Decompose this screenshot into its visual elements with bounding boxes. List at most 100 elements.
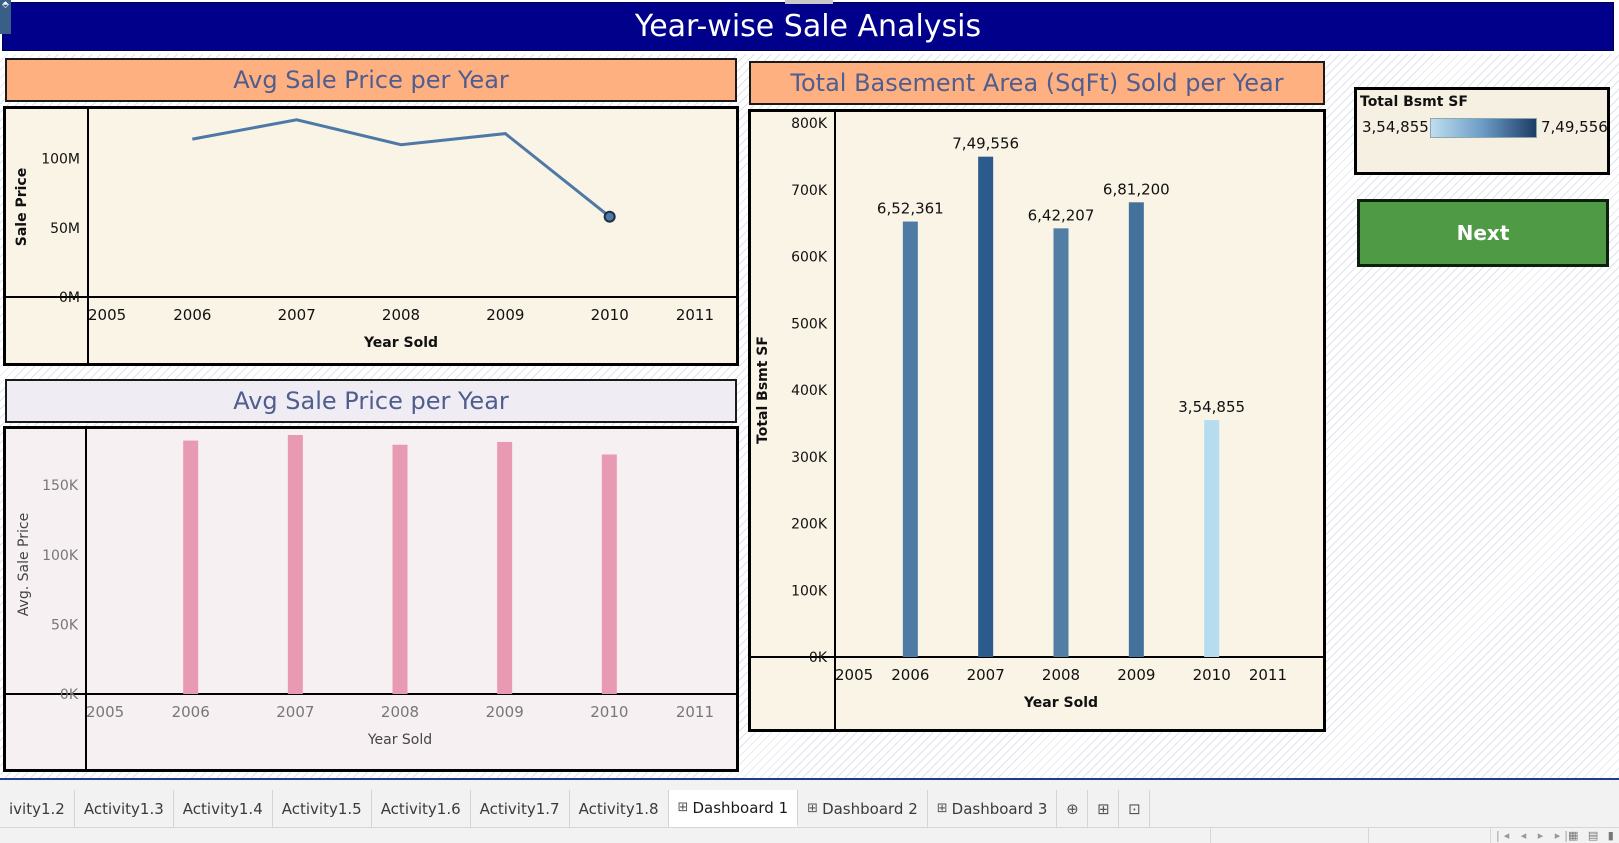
bar-chart-title: Avg Sale Price per Year	[5, 379, 737, 423]
bar	[978, 156, 994, 657]
new-worksheet-icon[interactable]: ⊕	[1057, 790, 1089, 827]
sheet-tab[interactable]: Activity1.7	[471, 790, 570, 827]
y-tick-label: 700K	[791, 183, 828, 199]
sheet-tab-label: ivity1.2	[9, 799, 65, 818]
data-label: 6,42,207	[1028, 206, 1095, 224]
status-bar: |◂ ◂ ▸ ▸| ▦ ▤ ▮	[0, 827, 1619, 843]
x-tick-label: 2010	[1193, 666, 1231, 684]
bar	[601, 454, 617, 694]
data-point-marker	[603, 210, 616, 223]
basement-chart-title: Total Basement Area (SqFt) Sold per Year	[749, 61, 1325, 105]
legend-color-ramp	[1430, 118, 1537, 138]
y-tick-label: 50M	[50, 221, 80, 237]
y-tick-label: 400K	[791, 383, 828, 399]
dashboard-icon: ⊞	[936, 801, 948, 816]
sheet-tab-label: Activity1.8	[578, 799, 659, 818]
x-tick-label: 2006	[891, 666, 929, 684]
x-tick-label: 2008	[1042, 666, 1080, 684]
x-tick-label: 2010	[590, 703, 628, 721]
line-chart-panel[interactable]: 0M 50M 100M 2005 2006 2007 2008 2009 2010 2011 Yea…	[3, 106, 739, 366]
data-label: 6,52,361	[877, 200, 944, 218]
y-tick-label: 150K	[42, 478, 79, 494]
next-button[interactable]: Next	[1357, 199, 1609, 267]
bar	[1204, 420, 1220, 657]
y-axis-label: Total Bsmt SF	[755, 336, 771, 444]
sheet-tab[interactable]: ivity1.2	[0, 790, 75, 827]
sheet-tab[interactable]: Activity1.6	[372, 790, 471, 827]
new-story-icon[interactable]: ⊡	[1119, 790, 1151, 827]
bar	[902, 221, 918, 657]
x-tick-label: 2010	[591, 306, 629, 324]
x-tick-label: 2011	[676, 703, 714, 721]
layout-control-icon[interactable]: ⬘	[0, 0, 11, 34]
basement-chart-panel[interactable]: 0K 100K 200K 300K 400K 500K 600K 700K 800K 2005 20…	[748, 109, 1326, 732]
x-tick-label: 2006	[173, 306, 211, 324]
data-label: 3,54,855	[1178, 398, 1245, 416]
line-chart-title: Avg Sale Price per Year	[5, 58, 737, 102]
sheet-tab[interactable]: ⊞ Dashboard 1	[668, 790, 799, 827]
x-tick-label: 2005	[86, 703, 124, 721]
line-chart-svg: 0M 50M 100M 2005 2006 2007 2008 2009 2010 2011 Yea…	[6, 109, 736, 363]
x-tick-label: 2005	[835, 666, 873, 684]
bar	[497, 441, 513, 694]
y-tick-label: 0K	[60, 687, 79, 703]
y-tick-label: 100K	[42, 548, 79, 564]
sheet-tab-label: Dashboard 3	[951, 799, 1048, 818]
sheet-tab[interactable]: Activity1.5	[273, 790, 372, 827]
dashboard-header: Year-wise Sale Analysis	[0, 0, 1619, 54]
y-tick-label: 100K	[791, 583, 828, 599]
x-tick-label: 2007	[276, 703, 314, 721]
x-tick-label: 2008	[381, 703, 419, 721]
page-title: Year-wise Sale Analysis	[2, 2, 1614, 51]
view-mode-icons[interactable]: ▦ ▤ ▮	[1568, 829, 1617, 842]
x-axis-label: Year Sold	[367, 732, 432, 748]
y-tick-label: 300K	[791, 450, 828, 466]
x-tick-label: 2005	[88, 306, 126, 324]
dashboard-icon: ⊞	[677, 800, 689, 815]
sheet-tab-label: Activity1.4	[182, 799, 263, 818]
sheet-tab-label: Dashboard 2	[822, 799, 918, 818]
resize-handle[interactable]	[785, 0, 833, 4]
sheet-tab[interactable]: Activity1.4	[174, 790, 273, 827]
legend-min-label: 3,54,855	[1362, 118, 1429, 136]
sheet-tab-label: Activity1.7	[479, 799, 560, 818]
sheet-tab-label: Activity1.6	[380, 799, 461, 818]
data-label: 7,49,556	[952, 135, 1019, 153]
sheet-tab[interactable]: ⊞ Dashboard 3	[928, 790, 1058, 827]
x-tick-label: 2011	[1249, 666, 1287, 684]
new-dashboard-icon[interactable]: ⊞	[1088, 790, 1120, 827]
sheet-tab[interactable]: ⊞ Dashboard 2	[798, 790, 928, 827]
x-axis-label: Year Sold	[1023, 695, 1098, 711]
x-tick-label: 2007	[967, 666, 1005, 684]
bar	[1128, 202, 1144, 657]
sheet-tab-label: Activity1.5	[281, 799, 362, 818]
x-tick-label: 2007	[278, 306, 316, 324]
x-tick-label: 2009	[486, 306, 524, 324]
sheet-pager-icons[interactable]: |◂ ◂ ▸ ▸|	[1496, 829, 1572, 842]
x-tick-label: 2006	[172, 703, 210, 721]
y-tick-label: 500K	[791, 316, 828, 332]
sheet-tab[interactable]: Activity1.8	[570, 790, 669, 827]
data-label: 6,81,200	[1103, 180, 1170, 198]
y-axis-label: Avg. Sale Price	[16, 513, 32, 616]
y-tick-label: 800K	[791, 116, 828, 132]
legend-title: Total Bsmt SF	[1360, 94, 1468, 110]
dashboard-icon: ⊞	[807, 801, 819, 816]
x-tick-label: 2009	[486, 703, 524, 721]
y-tick-label: 0M	[59, 290, 80, 306]
y-tick-label: 600K	[791, 250, 828, 266]
sheet-tabs: ivity1.2 Activity1.3 Activity1.4 Activity1.…	[0, 790, 1151, 827]
sheet-tab-bar: ivity1.2 Activity1.3 Activity1.4 Activity1.…	[0, 778, 1619, 843]
x-tick-label: 2009	[1117, 666, 1155, 684]
bar	[1053, 228, 1069, 657]
y-tick-label: 50K	[51, 617, 79, 633]
y-tick-label: 100M	[41, 152, 80, 168]
sheet-tab[interactable]: Activity1.3	[75, 790, 174, 827]
x-tick-label: 2011	[676, 306, 714, 324]
color-legend[interactable]: Total Bsmt SF 3,54,855 7,49,556	[1354, 87, 1610, 175]
sheet-tab-label: Dashboard 1	[692, 798, 789, 817]
y-axis-label: Sale Price	[14, 168, 30, 246]
bar-chart-panel[interactable]: 0K 50K 100K 150K 2005 2006 2007 2008 2009 2010 201…	[3, 426, 739, 772]
basement-chart-svg: 0K 100K 200K 300K 400K 500K 600K 700K 800K 2005 20…	[751, 112, 1323, 729]
bar	[183, 440, 199, 694]
